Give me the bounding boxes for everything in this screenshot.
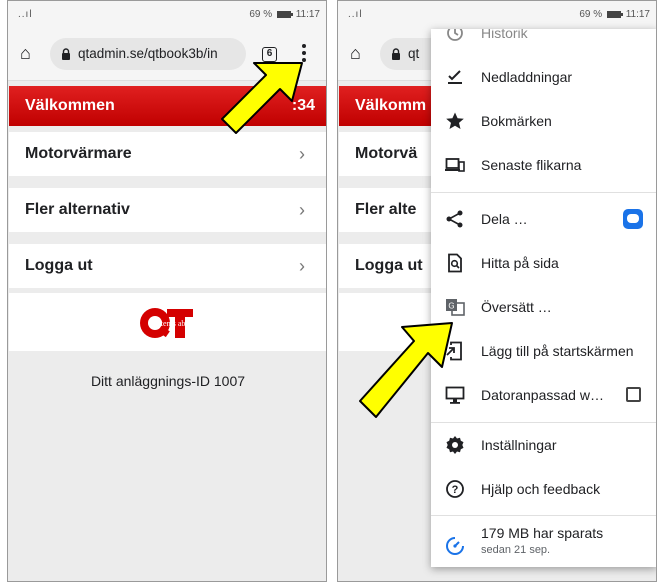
menu-item-label: Logga ut — [25, 257, 93, 274]
menu-item-label: Fler alte — [355, 201, 417, 218]
help-icon: ? — [446, 480, 464, 498]
star-icon — [446, 112, 464, 129]
svg-text:G: G — [448, 302, 454, 311]
history-icon — [447, 29, 463, 41]
menu-item-label: Motorvärmare — [25, 145, 132, 162]
home-icon[interactable]: ⌂ — [350, 44, 361, 62]
menu-item-label: Motorvä — [355, 145, 418, 162]
menu-label: Nedladdningar — [481, 69, 573, 85]
menu-divider — [431, 422, 656, 423]
menu-label: Dela … — [481, 211, 528, 227]
welcome-title: Välkommen — [25, 97, 115, 114]
clock: 11:17 — [295, 9, 320, 20]
chevron-right-icon: › — [299, 256, 305, 276]
welcome-title: Välkomm — [355, 97, 427, 114]
menu-item-fler-alternativ[interactable]: Fler alternativ › — [9, 188, 326, 232]
battery-icon — [276, 10, 293, 18]
download-icon — [448, 70, 462, 84]
chevron-right-icon: › — [299, 200, 305, 220]
url-text: qtadmin.se/qtbook3b/in — [78, 46, 218, 61]
savings-title: 179 MB har sparats — [481, 525, 604, 541]
menu-label: Historik — [481, 29, 528, 41]
status-right: 69 % 11:17 — [249, 9, 320, 20]
menu-label: Hitta på sida — [481, 255, 559, 271]
clock: 11:17 — [625, 9, 650, 20]
devices-icon — [445, 158, 465, 172]
menu-label: Datoranpassad w… — [481, 387, 604, 403]
home-icon[interactable]: ⌂ — [20, 44, 31, 62]
menu-recent-tabs[interactable]: Senaste flikarna — [431, 145, 656, 185]
menu-item-logga-ut[interactable]: Logga ut › — [9, 244, 326, 288]
menu-label: Hjälp och feedback — [481, 481, 601, 497]
plant-id-text: Ditt anläggnings-ID 1007 — [90, 373, 246, 389]
logo-card: systems ab — [9, 293, 326, 351]
menu-label: Lägg till på startskärmen — [481, 343, 634, 359]
menu-bookmarks[interactable]: Bokmärken — [431, 101, 656, 141]
highlight-arrow-icon — [359, 322, 453, 418]
phone-screen-left: ..ıl 69 % 11:17 ⌂ qtadmin.se/qtbook3b/in… — [7, 0, 327, 582]
menu-help-feedback[interactable]: ? Hjälp och feedback — [431, 469, 656, 509]
signal-indicator: ..ıl — [18, 9, 33, 20]
menu-label: Senaste flikarna — [481, 157, 582, 173]
menu-item-label: Logga ut — [355, 257, 423, 274]
savings-subtitle: sedan 21 sep. — [481, 544, 551, 556]
signal-indicator: ..ıl — [348, 9, 363, 20]
menu-share[interactable]: Dela … — [431, 199, 656, 239]
menu-divider — [431, 515, 656, 516]
menu-data-savings[interactable]: 179 MB har sparats sedan 21 sep. — [431, 518, 656, 566]
menu-label: Översätt … — [481, 299, 552, 315]
settings-icon — [446, 436, 464, 454]
translate-icon: G — [446, 299, 465, 316]
address-bar[interactable]: qtadmin.se/qtbook3b/in — [50, 38, 246, 70]
menu-add-to-home-screen[interactable]: Lägg till på startskärmen — [431, 331, 656, 371]
menu-translate[interactable]: G Översätt … — [431, 287, 656, 327]
menu-find-in-page[interactable]: Hitta på sida — [431, 243, 656, 283]
browser-overflow-menu: Historik Nedladdningar Bokmärken Senaste… — [431, 29, 656, 567]
url-text: qt — [408, 46, 420, 61]
status-right: 69 % 11:17 — [579, 9, 650, 20]
qt-logo: systems ab — [140, 308, 193, 338]
menu-desktop-site[interactable]: Datoranpassad w… — [431, 375, 656, 415]
phone-screen-right: ..ıl 69 % 11:17 ⌂ qt Välkomm Motorvä Fle… — [337, 0, 657, 582]
messages-app-icon[interactable] — [623, 209, 643, 229]
svg-text:?: ? — [452, 484, 459, 496]
battery-percent: 69 % — [249, 9, 273, 20]
share-icon — [446, 210, 463, 228]
status-bar: ..ıl 69 % 11:17 — [8, 1, 326, 27]
lock-icon — [62, 48, 70, 60]
menu-settings[interactable]: Inställningar — [431, 425, 656, 465]
logo-subtext: systems ab — [151, 319, 186, 328]
battery-percent: 69 % — [579, 9, 603, 20]
status-bar: ..ıl 69 % 11:17 — [338, 1, 656, 27]
menu-item-label: Fler alternativ — [25, 201, 130, 218]
find-in-page-icon — [448, 253, 462, 273]
menu-divider — [431, 192, 656, 193]
highlight-arrow-icon — [221, 62, 303, 134]
menu-downloads[interactable]: Nedladdningar — [431, 57, 656, 97]
menu-label: Inställningar — [481, 437, 557, 453]
menu-label: Bokmärken — [481, 113, 552, 129]
lock-icon — [392, 48, 400, 60]
menu-history[interactable]: Historik — [431, 29, 656, 53]
data-saver-icon — [446, 537, 464, 555]
battery-icon — [606, 10, 623, 18]
desktop-site-checkbox[interactable] — [626, 387, 641, 402]
